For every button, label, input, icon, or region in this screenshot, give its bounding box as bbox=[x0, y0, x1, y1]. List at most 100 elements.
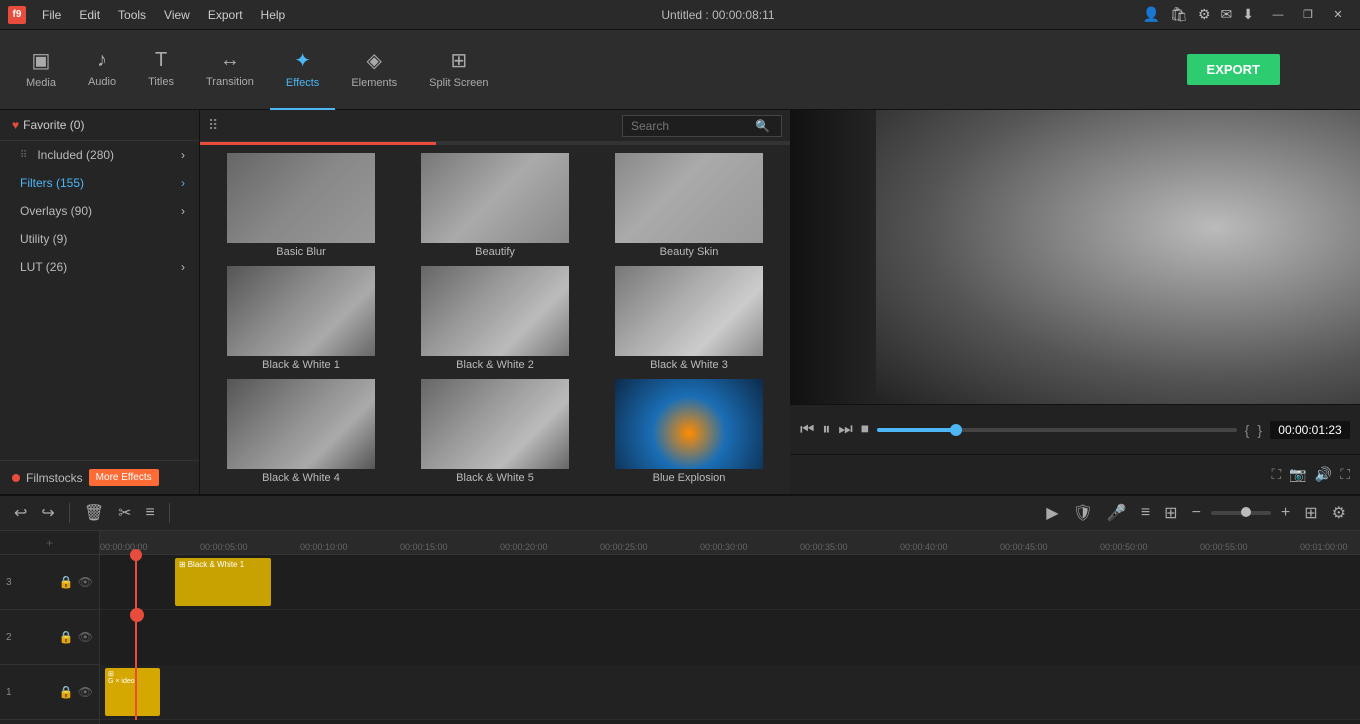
menu-file[interactable]: File bbox=[34, 6, 69, 24]
effect-name-beautify: Beautify bbox=[475, 246, 515, 258]
skip-forward-button[interactable]: ⏭ bbox=[838, 421, 852, 439]
elements-tab[interactable]: ◈ Elements bbox=[335, 30, 413, 110]
shield-icon[interactable]: 🛡 bbox=[1069, 499, 1097, 527]
subtitle-icon[interactable]: ≡ bbox=[1137, 500, 1154, 526]
search-icon: 🔍 bbox=[755, 119, 770, 133]
track-1-eye-icon[interactable]: 👁 bbox=[78, 685, 93, 699]
menu-view[interactable]: View bbox=[156, 6, 198, 24]
sidebar-item-filters[interactable]: Filters (155) › bbox=[0, 169, 199, 197]
progress-handle[interactable] bbox=[950, 424, 962, 436]
utility-label: Utility (9) bbox=[20, 232, 67, 246]
split-screen-tab[interactable]: ⊞ Split Screen bbox=[413, 30, 504, 110]
menu-edit[interactable]: Edit bbox=[71, 6, 108, 24]
gear-icon[interactable]: ⚙ bbox=[1198, 6, 1211, 23]
minus-icon[interactable]: − bbox=[1188, 500, 1205, 526]
favorite-button[interactable]: ♥ Favorite (0) bbox=[0, 110, 199, 141]
adjust-button[interactable]: ≡ bbox=[142, 500, 159, 526]
track-3-lane: ⊞ Black & White 1 bbox=[100, 555, 1360, 610]
screen-size-icon[interactable]: ⛶ bbox=[1272, 466, 1282, 483]
skip-back-button[interactable]: ⏮ bbox=[800, 421, 814, 439]
minimize-button[interactable]: — bbox=[1264, 5, 1292, 25]
menu-tools[interactable]: Tools bbox=[110, 6, 154, 24]
playhead-head bbox=[130, 549, 142, 561]
mic-icon[interactable]: 🎤 bbox=[1103, 499, 1131, 527]
progress-bar[interactable] bbox=[877, 428, 1237, 432]
sidebar-item-lut-left: LUT (26) bbox=[20, 260, 67, 274]
timeline-track-headers: + 3 🔒 👁 2 🔒 👁 1 bbox=[0, 531, 100, 724]
layout-icon[interactable]: ⊞ bbox=[1300, 499, 1321, 527]
settings-icon[interactable]: ⚙ bbox=[1328, 499, 1350, 527]
sidebar-item-lut[interactable]: LUT (26) › bbox=[0, 253, 199, 281]
bracket-left-button[interactable]: { bbox=[1245, 422, 1250, 438]
track-3-eye-icon[interactable]: 👁 bbox=[78, 575, 93, 589]
play-pause-button[interactable]: ⏸ bbox=[822, 421, 830, 439]
user-icon[interactable]: 👤 bbox=[1143, 6, 1160, 23]
grid-view-icon[interactable]: ⠿ bbox=[208, 117, 218, 134]
clip-bw1[interactable]: ⊞ Black & White 1 bbox=[175, 558, 271, 606]
titlebar-right: 👤 🛍 ⚙ ✉ ⬇ — ❐ ✕ bbox=[1143, 5, 1352, 25]
maximize-button[interactable]: ❐ bbox=[1294, 5, 1322, 25]
plus-icon[interactable]: + bbox=[1277, 500, 1294, 526]
add-media-icon[interactable]: ⊞ bbox=[1160, 499, 1181, 527]
effect-bw3[interactable]: Black & White 3 bbox=[592, 262, 786, 375]
effect-bw5[interactable]: Black & White 5 bbox=[398, 375, 592, 488]
effect-bw2[interactable]: Black & White 2 bbox=[398, 262, 592, 375]
media-tab[interactable]: ▣ Media bbox=[10, 30, 72, 110]
effects-tab[interactable]: ✦ Effects bbox=[270, 30, 335, 110]
audio-tab[interactable]: ♪ Audio bbox=[72, 30, 132, 110]
undo-button[interactable]: ↩ bbox=[10, 499, 31, 527]
cut-button[interactable]: ✂ bbox=[114, 499, 135, 527]
transition-tab[interactable]: ↔ Transition bbox=[190, 30, 270, 110]
track-2-eye-icon[interactable]: 👁 bbox=[78, 630, 93, 644]
effect-thumb-blue-explosion bbox=[615, 379, 763, 469]
center-panel: ⠿ 🔍 Basic Blur Beautify Beauty Skin bbox=[200, 110, 790, 494]
fullscreen-icon[interactable]: ⛶ bbox=[1340, 466, 1350, 483]
sidebar-item-overlays[interactable]: Overlays (90) › bbox=[0, 197, 199, 225]
delete-button[interactable]: 🗑 bbox=[80, 499, 108, 527]
close-button[interactable]: ✕ bbox=[1324, 5, 1352, 25]
elements-label: Elements bbox=[351, 77, 397, 89]
track-1-header: 1 🔒 👁 bbox=[0, 665, 99, 720]
heart-icon: ♥ bbox=[12, 118, 19, 132]
effect-blue-explosion[interactable]: Blue Explosion bbox=[592, 375, 786, 488]
menu-export[interactable]: Export bbox=[200, 6, 251, 24]
search-box[interactable]: 🔍 bbox=[622, 115, 782, 137]
titles-tab[interactable]: T Titles bbox=[132, 30, 190, 110]
add-track-icon[interactable]: + bbox=[46, 536, 53, 550]
export-button[interactable]: EXPORT bbox=[1187, 54, 1280, 85]
more-effects-button[interactable]: More Effects bbox=[89, 469, 159, 486]
track-2-lock-icon[interactable]: 🔒 bbox=[59, 630, 74, 644]
preview-area bbox=[790, 110, 1360, 404]
main-area: ♥ Favorite (0) ⠿ Included (280) › Filter… bbox=[0, 110, 1360, 494]
stop-button[interactable]: ⏹ bbox=[861, 421, 869, 439]
playhead[interactable] bbox=[135, 555, 137, 720]
preview-overlay bbox=[876, 110, 1360, 404]
zoom-slider[interactable] bbox=[1211, 511, 1271, 515]
bracket-right-button[interactable]: } bbox=[1257, 422, 1262, 438]
mail-icon[interactable]: ✉ bbox=[1221, 6, 1233, 23]
track-1-lock-icon[interactable]: 🔒 bbox=[59, 685, 74, 699]
preview-controls: ⏮ ⏸ ⏭ ⏹ { } 00:00:01:23 bbox=[790, 404, 1360, 454]
sidebar-item-utility[interactable]: Utility (9) bbox=[0, 225, 199, 253]
filmstocks-row[interactable]: Filmstocks More Effects bbox=[0, 460, 199, 494]
render-icon[interactable]: ▶ bbox=[1042, 499, 1062, 527]
download-icon[interactable]: ⬇ bbox=[1242, 6, 1254, 23]
volume-icon[interactable]: 🔊 bbox=[1315, 466, 1332, 483]
titlebar-left: f9 File Edit Tools View Export Help bbox=[8, 6, 293, 24]
transition-marker[interactable] bbox=[130, 608, 144, 622]
bag-icon[interactable]: 🛍 bbox=[1170, 6, 1188, 23]
effect-bw4[interactable]: Black & White 4 bbox=[204, 375, 398, 488]
track-3-lock-icon[interactable]: 🔒 bbox=[59, 575, 74, 589]
screenshot-icon[interactable]: 📷 bbox=[1289, 466, 1306, 483]
effect-bw1[interactable]: Black & White 1 bbox=[204, 262, 398, 375]
clip-video-2[interactable]: ⊞ G × ideo bbox=[105, 668, 160, 716]
sidebar-item-included[interactable]: ⠿ Included (280) › bbox=[0, 141, 199, 169]
search-input[interactable] bbox=[631, 119, 751, 133]
effect-beautify[interactable]: Beautify bbox=[398, 149, 592, 262]
included-label: Included (280) bbox=[37, 148, 114, 162]
redo-button[interactable]: ↪ bbox=[37, 499, 58, 527]
effect-beauty-skin[interactable]: Beauty Skin bbox=[592, 149, 786, 262]
menu-help[interactable]: Help bbox=[253, 6, 294, 24]
filters-label: Filters (155) bbox=[20, 176, 84, 190]
effect-basic-blur[interactable]: Basic Blur bbox=[204, 149, 398, 262]
